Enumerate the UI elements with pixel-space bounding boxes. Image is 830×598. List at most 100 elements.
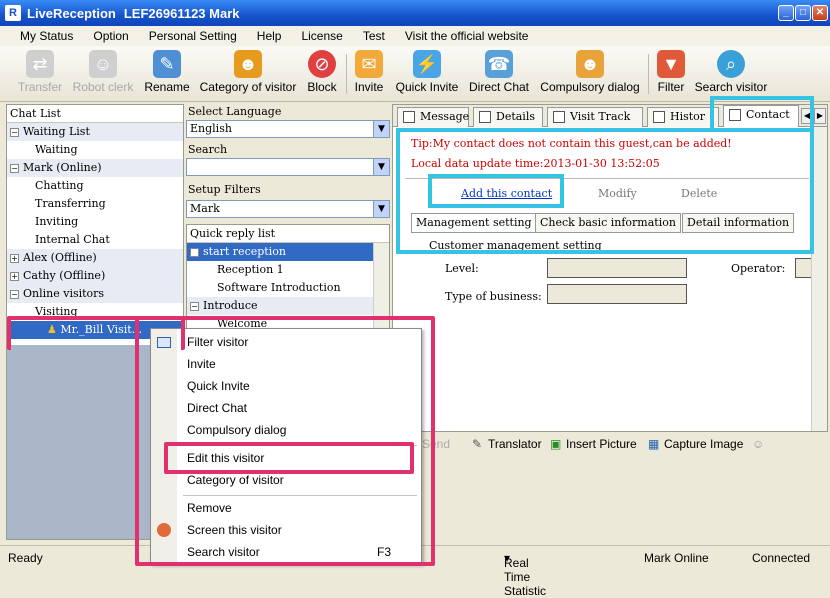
menu-personal-setting[interactable]: Personal Setting [149, 29, 237, 43]
section-title: Customer management setting [429, 239, 602, 252]
translator-button[interactable]: Translator [488, 437, 542, 451]
menu-option[interactable]: Option [93, 29, 128, 43]
visit-track-icon [553, 111, 565, 123]
collapse-icon[interactable]: − [190, 301, 199, 311]
menu-item-filter-visitor[interactable]: Filter visitor [187, 335, 248, 349]
toolbar-separator [648, 54, 649, 94]
rename-icon: ✎ [153, 50, 181, 78]
search-icon: ⌕ [717, 50, 745, 78]
insert-picture-button[interactable]: Insert Picture [566, 437, 637, 451]
filter-icon: ▼ [657, 50, 685, 78]
tab-scroll-left-icon[interactable]: ◀ [801, 108, 813, 124]
menu-item-direct-chat[interactable]: Direct Chat [187, 401, 247, 415]
menu-item-invite[interactable]: Invite [187, 357, 216, 371]
chevron-down-icon[interactable]: ▼ [373, 159, 389, 175]
transfer-button[interactable]: ⇄ Transfer [14, 50, 66, 94]
expand-icon[interactable]: + [10, 271, 19, 281]
menu-license[interactable]: License [301, 29, 342, 43]
send-button[interactable]: Send [422, 437, 450, 451]
robot-icon: ☺ [89, 50, 117, 78]
tab-detail-information[interactable]: Detail information [682, 213, 795, 233]
visitor-person-icon: ♟ [47, 323, 57, 336]
quick-reply-group-introduce[interactable]: − Introduce [187, 297, 389, 315]
menu-official-website[interactable]: Visit the official website [405, 29, 529, 43]
quick-invite-button[interactable]: ⚡ Quick Invite [394, 50, 460, 94]
tab-management-setting[interactable]: Management setting [411, 213, 537, 233]
tree-group-mark[interactable]: − Mark (Online) [7, 159, 183, 177]
menu-item-search-visitor[interactable]: Search visitor [187, 545, 260, 559]
modify-link[interactable]: Modify [598, 187, 637, 200]
tab-scroll-right-icon[interactable]: ▶ [814, 108, 826, 124]
maximize-button[interactable]: □ [795, 5, 811, 21]
menu-item-category-of-visitor[interactable]: Category of visitor [187, 473, 284, 487]
direct-chat-button[interactable]: ☎ Direct Chat [466, 50, 532, 94]
language-select[interactable]: English ▼ [186, 120, 390, 138]
select-language-label: Select Language [188, 105, 282, 118]
menu-help[interactable]: Help [257, 29, 282, 43]
collapse-icon[interactable]: − [10, 289, 19, 299]
quick-invite-icon: ⚡ [413, 50, 441, 78]
tree-group-waiting-list[interactable]: − Waiting List [7, 123, 183, 141]
menu-item-screen-this-visitor[interactable]: Screen this visitor [187, 523, 282, 537]
tree-item-waiting[interactable]: Waiting [7, 141, 183, 159]
level-field[interactable] [547, 258, 687, 278]
history-icon [653, 111, 665, 123]
chevron-down-icon[interactable]: ▼ [373, 121, 389, 137]
search-visitor-button[interactable]: ⌕ Search visitor [694, 50, 768, 94]
tab-history[interactable]: Histor [647, 107, 719, 127]
invite-button[interactable]: ✉ Invite [350, 50, 388, 94]
collapse-icon[interactable]: − [10, 127, 19, 137]
search-label: Search [188, 143, 228, 156]
direct-chat-icon: ☎ [485, 50, 513, 78]
compulsory-dialog-button[interactable]: ☻ Compulsory dialog [538, 50, 642, 94]
menu-item-quick-invite[interactable]: Quick Invite [187, 379, 250, 393]
tab-check-basic-information[interactable]: Check basic information [535, 213, 681, 233]
menu-item-remove[interactable]: Remove [187, 501, 232, 515]
context-menu: Filter visitor Invite Quick Invite Direc… [150, 328, 422, 564]
quick-reply-item[interactable]: Software Introduction [187, 279, 389, 297]
close-button[interactable]: ✕ [812, 5, 828, 21]
add-contact-link[interactable]: Add this contact [461, 187, 552, 200]
menu-item-compulsory-dialog[interactable]: Compulsory dialog [187, 423, 286, 437]
tree-group-online-visitors[interactable]: − Online visitors [7, 285, 183, 303]
business-field[interactable] [547, 284, 687, 304]
quick-reply-item[interactable]: Reception 1 [187, 261, 389, 279]
tree-group-cathy[interactable]: + Cathy (Offline) [7, 267, 183, 285]
tab-visit-track[interactable]: Visit Track [547, 107, 643, 127]
tree-item-chatting[interactable]: Chatting [7, 177, 183, 195]
robot-clerk-button[interactable]: ☺ Robot clerk [70, 50, 136, 94]
menu-item-edit-this-visitor[interactable]: Edit this visitor [187, 451, 264, 465]
tab-message[interactable]: Message [397, 107, 469, 127]
menu-test[interactable]: Test [363, 29, 385, 43]
detail-scrollbar[interactable] [811, 127, 827, 431]
expand-icon[interactable]: + [10, 253, 19, 263]
rename-button[interactable]: ✎ Rename [142, 50, 192, 94]
tree-item-visiting[interactable]: Visiting [7, 303, 183, 321]
filter-button[interactable]: ▼ Filter [654, 50, 688, 94]
window-title: LEF26961123 Mark [123, 5, 240, 21]
minimize-button[interactable]: _ [778, 5, 794, 21]
menu-my-status[interactable]: My Status [20, 29, 73, 43]
tab-contact[interactable]: Contact [723, 105, 799, 127]
collapse-icon[interactable]: − [190, 247, 199, 257]
tree-item-internal-chat[interactable]: Internal Chat [7, 231, 183, 249]
tree-item-inviting[interactable]: Inviting [7, 213, 183, 231]
collapse-icon[interactable]: − [10, 163, 19, 173]
block-button[interactable]: ⊘ Block [304, 50, 340, 94]
tree-group-alex[interactable]: + Alex (Offline) [7, 249, 183, 267]
tab-details[interactable]: Details [473, 107, 543, 127]
category-of-visitor-button[interactable]: ☻ Category of visitor [198, 50, 298, 94]
chevron-down-icon[interactable]: ▼ [373, 201, 389, 217]
detail-panel: Message Details Visit Track Histor Conta… [392, 104, 828, 432]
tree-item-transferring[interactable]: Transferring [7, 195, 183, 213]
search-input[interactable]: ▼ [186, 158, 390, 176]
filter-select[interactable]: Mark ▼ [186, 200, 390, 218]
capture-image-button[interactable]: Capture Image [664, 437, 743, 451]
compulsory-dialog-icon: ☻ [576, 50, 604, 78]
quick-reply-group-start[interactable]: − start reception [187, 243, 389, 261]
chat-list-header: Chat List [7, 105, 183, 123]
delete-link[interactable]: Delete [681, 187, 717, 200]
insert-picture-icon: ▣ [550, 437, 562, 451]
emoticon-icon[interactable]: ☺ [752, 437, 764, 451]
realtime-statistic-dropdown[interactable]: Real Time Statistic ▾ [504, 551, 546, 598]
